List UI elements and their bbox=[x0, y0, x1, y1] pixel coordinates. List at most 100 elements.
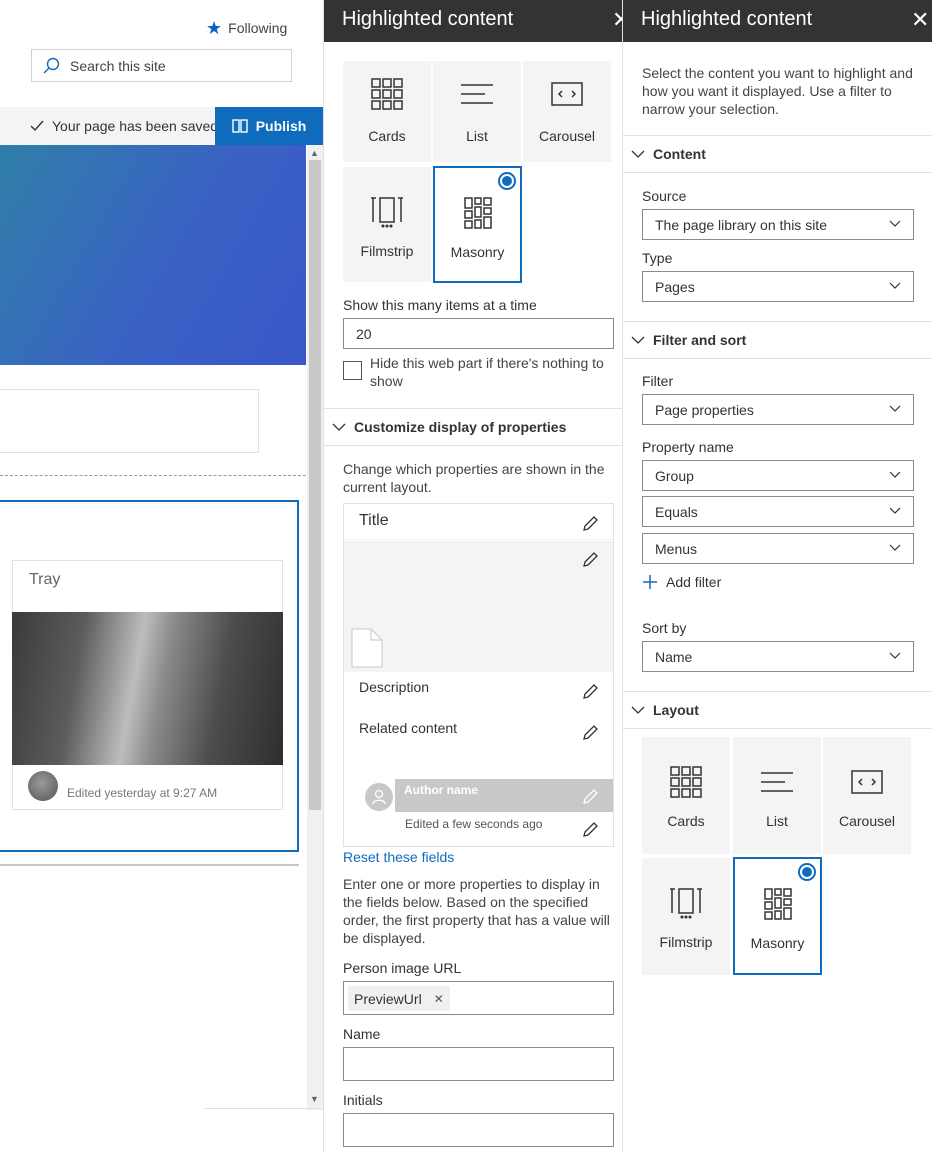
masonry-icon bbox=[763, 888, 792, 920]
scrollbar-thumb[interactable] bbox=[309, 160, 321, 810]
sort-by-label: Sort by bbox=[642, 620, 687, 636]
close-icon[interactable]: ✕ bbox=[911, 9, 929, 31]
initials-input[interactable] bbox=[343, 1113, 614, 1147]
preview-author-name: Author name bbox=[404, 783, 479, 797]
layout-tile-list[interactable]: List bbox=[433, 61, 521, 162]
type-dropdown[interactable]: Pages bbox=[642, 271, 914, 302]
chevron-down-icon bbox=[889, 220, 901, 227]
chevron-down-icon bbox=[889, 652, 901, 659]
edit-author-pencil-icon[interactable] bbox=[581, 788, 599, 806]
edit-title-pencil-icon[interactable] bbox=[581, 515, 599, 533]
layout-tile-masonry[interactable]: Masonry bbox=[733, 857, 822, 975]
search-placeholder: Search this site bbox=[70, 57, 166, 74]
text-web-part[interactable] bbox=[0, 389, 259, 453]
checkmark-icon bbox=[30, 120, 44, 132]
dropdown-value: The page library on this site bbox=[655, 217, 827, 233]
property-name-dropdown[interactable]: Group bbox=[642, 460, 914, 491]
preview-edited-text: Edited a few seconds ago bbox=[405, 817, 543, 831]
search-icon bbox=[43, 57, 60, 73]
person-icon bbox=[372, 789, 386, 805]
carousel-icon bbox=[851, 770, 883, 794]
property-chip[interactable]: PreviewUrl ✕ bbox=[348, 986, 450, 1011]
operator-dropdown[interactable]: Equals bbox=[642, 496, 914, 527]
items-count-label: Show this many items at a time bbox=[343, 297, 537, 313]
filter-value-dropdown[interactable]: Menus bbox=[642, 533, 914, 564]
following-label: Following bbox=[228, 20, 288, 36]
tile-label: Masonry bbox=[450, 244, 505, 260]
tile-label: Carousel bbox=[538, 128, 596, 144]
person-avatar bbox=[363, 781, 395, 813]
person-image-input[interactable]: PreviewUrl ✕ bbox=[343, 981, 614, 1015]
dropdown-value: Name bbox=[655, 649, 693, 665]
card-title: Tray bbox=[29, 571, 61, 588]
preview-title: Title bbox=[359, 512, 389, 529]
plus-icon bbox=[643, 575, 657, 589]
layout-tile-carousel[interactable]: Carousel bbox=[823, 737, 911, 854]
items-count-input[interactable]: 20 bbox=[343, 318, 614, 349]
save-status-text: Your page has been saved bbox=[52, 118, 219, 134]
reset-fields-link[interactable]: Reset these fields bbox=[343, 849, 454, 865]
layout-tile-carousel[interactable]: Carousel bbox=[523, 61, 611, 162]
publish-label: Publish bbox=[255, 118, 307, 134]
dropdown-value: Page properties bbox=[655, 402, 754, 418]
edit-date-pencil-icon[interactable] bbox=[581, 821, 599, 839]
layout-tile-masonry[interactable]: Masonry bbox=[433, 166, 522, 283]
source-label: Source bbox=[642, 188, 687, 204]
property-pane-content: Highlighted content ✕ Select the content… bbox=[622, 0, 932, 1152]
tile-label: List bbox=[466, 128, 488, 144]
section-title: Filter and sort bbox=[653, 332, 747, 348]
layout-tile-cards[interactable]: Cards bbox=[343, 61, 431, 162]
edit-image-pencil-icon[interactable] bbox=[581, 551, 599, 569]
edit-related-pencil-icon[interactable] bbox=[581, 724, 599, 742]
name-input[interactable] bbox=[343, 1047, 614, 1081]
book-icon bbox=[232, 119, 248, 133]
layout-tile-list[interactable]: List bbox=[733, 737, 821, 854]
search-input[interactable]: Search this site bbox=[31, 49, 292, 82]
layout-tile-filmstrip[interactable]: Filmstrip bbox=[642, 858, 730, 975]
panel-intro: Select the content you want to highlight… bbox=[642, 65, 913, 117]
content-section-header[interactable]: Content bbox=[623, 135, 932, 173]
dropdown-value: Pages bbox=[655, 279, 695, 295]
dropdown-value: Menus bbox=[655, 541, 698, 557]
layout-section-header[interactable]: Layout bbox=[623, 691, 932, 729]
save-status: Your page has been saved bbox=[30, 118, 218, 134]
chevron-down-icon bbox=[889, 471, 901, 478]
list-icon bbox=[761, 772, 793, 792]
page-bottom-line bbox=[205, 1108, 323, 1109]
filter-dropdown[interactable]: Page properties bbox=[642, 394, 914, 425]
scroll-down-arrow-icon[interactable]: ▼ bbox=[310, 1094, 319, 1104]
tile-label: Masonry bbox=[750, 935, 805, 951]
sort-by-dropdown[interactable]: Name bbox=[642, 641, 914, 672]
star-icon: ★ bbox=[206, 18, 223, 38]
dropdown-value: Equals bbox=[655, 504, 698, 520]
zone-divider bbox=[0, 864, 299, 866]
publish-button[interactable]: Publish bbox=[215, 107, 323, 145]
hide-webpart-checkbox[interactable] bbox=[343, 361, 362, 380]
scroll-up-arrow-icon[interactable]: ▲ bbox=[310, 148, 319, 158]
customize-section-header[interactable]: Customize display of properties bbox=[324, 408, 623, 446]
add-filter-button[interactable]: Add filter bbox=[642, 574, 721, 590]
preview-image-area[interactable] bbox=[344, 541, 613, 672]
document-icon bbox=[351, 628, 383, 668]
section-title: Content bbox=[653, 146, 706, 162]
chevron-down-icon bbox=[889, 544, 901, 551]
masonry-icon bbox=[463, 197, 492, 229]
layout-tile-filmstrip[interactable]: Filmstrip bbox=[343, 167, 431, 282]
section-title: Layout bbox=[653, 702, 699, 718]
chip-remove-icon[interactable]: ✕ bbox=[434, 992, 444, 1006]
source-dropdown[interactable]: The page library on this site bbox=[642, 209, 914, 240]
initials-label: Initials bbox=[343, 1092, 383, 1108]
cards-icon bbox=[371, 78, 403, 110]
layout-tile-cards[interactable]: Cards bbox=[642, 737, 730, 854]
follow-button[interactable]: ★ Following bbox=[206, 19, 287, 37]
filter-section-header[interactable]: Filter and sort bbox=[623, 321, 932, 359]
property-name-label: Property name bbox=[642, 439, 734, 455]
customize-description: Change which properties are shown in the… bbox=[343, 461, 605, 495]
radio-selected-icon bbox=[498, 172, 516, 190]
tile-label: List bbox=[766, 813, 788, 829]
chevron-down-icon bbox=[631, 150, 645, 158]
edit-description-pencil-icon[interactable] bbox=[581, 683, 599, 701]
tile-label: Cards bbox=[667, 813, 705, 829]
hero-banner bbox=[0, 145, 306, 365]
tile-label: Cards bbox=[368, 128, 406, 144]
